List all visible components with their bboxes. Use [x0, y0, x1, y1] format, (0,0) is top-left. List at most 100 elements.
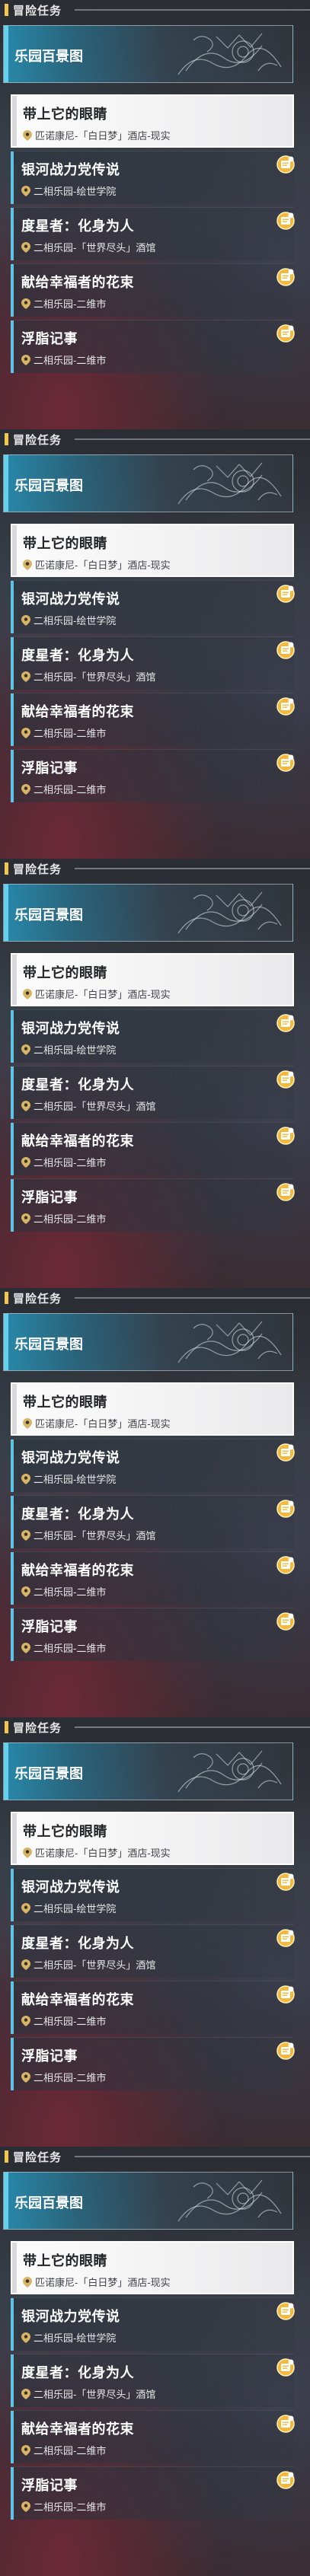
quest-item[interactable]: 献给幸福者的花束 二相乐园-二维市 [11, 1981, 295, 2034]
quest-location: 二相乐园-「世界尽头」酒馆 [21, 1098, 155, 1113]
quest-location-text: 匹诺康尼-「白日梦」酒店-现实 [35, 560, 171, 571]
gallery-button[interactable]: 乐园百景图 [3, 2172, 293, 2230]
quest-location-text: 二相乐园-绘世学院 [34, 1903, 117, 1914]
quest-item[interactable]: 银河战力党传说 二相乐园-绘世学院 [11, 1868, 295, 1921]
quest-accent-bar [11, 750, 14, 802]
location-pin-icon [21, 1044, 30, 1055]
quest-accent-bar [11, 2467, 14, 2520]
quest-item[interactable]: 度星者：化身为人 二相乐园-「世界尽头」酒馆 [11, 1495, 295, 1548]
quest-title: 带上它的眼睛 [23, 965, 107, 980]
quest-item[interactable]: 度星者：化身为人 二相乐园-「世界尽头」酒馆 [11, 1924, 295, 1978]
quest-location-text: 二相乐园-二维市 [34, 1213, 107, 1225]
quest-location: 二相乐园-「世界尽头」酒馆 [21, 1957, 155, 1972]
quest-title: 献给幸福者的花束 [21, 2421, 134, 2437]
panel-title: 冒险任务 [13, 2150, 62, 2164]
quest-location-text: 匹诺康尼-「白日梦」酒店-现实 [35, 989, 171, 1000]
quest-location: 二相乐园-二维市 [21, 2443, 106, 2457]
gallery-button[interactable]: 乐园百景图 [3, 25, 293, 83]
screenshot-root: 冒险任务 乐园百景图 带上它的眼睛 匹诺康尼-「白日梦」酒店-现实 银河战力党传… [0, 0, 310, 2576]
quest-location-text: 匹诺康尼-「白日梦」酒店-现实 [35, 2277, 171, 2288]
quest-item[interactable]: 带上它的眼睛 匹诺康尼-「白日梦」酒店-现实 [11, 1812, 294, 1865]
quest-item[interactable]: 带上它的眼睛 匹诺康尼-「白日梦」酒店-现实 [11, 2241, 294, 2294]
header-accent-bar [5, 433, 8, 445]
location-pin-icon [23, 2276, 32, 2287]
quest-location: 二相乐园-二维市 [21, 782, 106, 796]
quest-panel: 冒险任务 乐园百景图 带上它的眼睛 匹诺康尼-「白日梦」酒店-现实 银河战力党传… [0, 859, 310, 1288]
quest-item[interactable]: 带上它的眼睛 匹诺康尼-「白日梦」酒店-现实 [11, 524, 294, 577]
header-accent-bar [5, 2150, 8, 2163]
quest-item[interactable]: 银河战力党传说 二相乐园-绘世学院 [11, 1009, 295, 1063]
gallery-accent-bar [4, 455, 8, 512]
location-pin-icon [21, 2332, 30, 2343]
quest-location: 二相乐园-二维市 [21, 725, 106, 740]
quest-item[interactable]: 度星者：化身为人 二相乐园-「世界尽头」酒馆 [11, 1066, 295, 1119]
gallery-button[interactable]: 乐园百景图 [3, 1742, 293, 1800]
quest-item[interactable]: 银河战力党传说 二相乐园-绘世学院 [11, 1439, 295, 1492]
quest-title: 银河战力党传说 [21, 1021, 120, 1036]
quest-item[interactable]: 献给幸福者的花束 二相乐园-二维市 [11, 2410, 295, 2463]
quest-item[interactable]: 度星者：化身为人 二相乐园-「世界尽头」酒馆 [11, 207, 295, 260]
quest-item[interactable]: 银河战力党传说 二相乐园-绘世学院 [11, 580, 295, 633]
location-pin-icon [21, 1959, 30, 1970]
quest-location: 二相乐园-绘世学院 [21, 613, 116, 627]
quest-accent-bar [11, 693, 14, 746]
gallery-button[interactable]: 乐园百景图 [3, 884, 293, 942]
quest-item[interactable]: 度星者：化身为人 二相乐园-「世界尽头」酒馆 [11, 636, 295, 690]
quest-location: 二相乐园-二维市 [21, 1155, 106, 1169]
quest-location-text: 二相乐园-「世界尽头」酒馆 [34, 671, 156, 683]
quest-location-text: 二相乐园-绘世学院 [34, 2332, 117, 2344]
quest-title: 带上它的眼睛 [23, 1395, 107, 1410]
quest-item[interactable]: 浮脂记事 二相乐园-二维市 [11, 320, 295, 373]
new-quest-icon [276, 754, 295, 772]
gallery-button[interactable]: 乐园百景图 [3, 1313, 293, 1371]
quest-item[interactable]: 献给幸福者的花束 二相乐园-二维市 [11, 1122, 295, 1175]
location-pin-icon [23, 988, 32, 999]
quest-item[interactable]: 献给幸福者的花束 二相乐园-二维市 [11, 693, 295, 746]
quest-location-text: 二相乐园-「世界尽头」酒馆 [34, 1101, 156, 1112]
quest-location-text: 二相乐园-二维市 [34, 298, 107, 310]
quest-item[interactable]: 带上它的眼睛 匹诺康尼-「白日梦」酒店-现实 [11, 953, 294, 1006]
gallery-button[interactable]: 乐园百景图 [3, 454, 293, 512]
quest-location-text: 二相乐园-「世界尽头」酒馆 [34, 1530, 156, 1541]
quest-item[interactable]: 浮脂记事 二相乐园-二维市 [11, 749, 295, 802]
quest-item[interactable]: 献给幸福者的花束 二相乐园-二维市 [11, 263, 295, 317]
new-quest-icon [276, 1556, 295, 1574]
new-quest-icon [276, 2042, 295, 2060]
location-pin-icon [23, 1847, 32, 1858]
quest-accent-bar [12, 1384, 17, 1434]
quest-item[interactable]: 献给幸福者的花束 二相乐园-二维市 [11, 1551, 295, 1605]
quest-title: 银河战力党传说 [21, 162, 120, 177]
panel-header: 冒险任务 [0, 1288, 310, 1308]
quest-title: 银河战力党传说 [21, 2309, 120, 2324]
quest-item[interactable]: 浮脂记事 二相乐园-二维市 [11, 1608, 295, 1661]
quest-item[interactable]: 浮脂记事 二相乐园-二维市 [11, 2466, 295, 2520]
quest-accent-bar [11, 1496, 14, 1548]
quest-item[interactable]: 度星者：化身为人 二相乐园-「世界尽头」酒馆 [11, 2354, 295, 2407]
quest-item[interactable]: 带上它的眼睛 匹诺康尼-「白日梦」酒店-现实 [11, 94, 294, 148]
quest-title: 银河战力党传说 [21, 1450, 120, 1465]
quest-item[interactable]: 浮脂记事 二相乐园-二维市 [11, 2037, 295, 2090]
quest-item[interactable]: 带上它的眼睛 匹诺康尼-「白日梦」酒店-现实 [11, 1382, 294, 1436]
quest-accent-bar [11, 2354, 14, 2407]
quest-item[interactable]: 浮脂记事 二相乐园-二维市 [11, 1178, 295, 1232]
quest-location-text: 匹诺康尼-「白日梦」酒店-现实 [35, 1418, 171, 1430]
quest-title: 带上它的眼睛 [23, 2253, 107, 2268]
new-quest-icon [276, 697, 295, 716]
quest-title: 度星者：化身为人 [21, 648, 134, 663]
quest-panel: 冒险任务 乐园百景图 带上它的眼睛 匹诺康尼-「白日梦」酒店-现实 银河战力党传… [0, 1717, 310, 2147]
quest-accent-bar [12, 525, 17, 575]
quest-location-text: 二相乐园-二维市 [34, 355, 107, 366]
header-accent-bar [5, 1721, 8, 1733]
new-quest-icon [276, 2415, 295, 2433]
quest-item[interactable]: 银河战力党传说 二相乐园-绘世学院 [11, 2297, 295, 2351]
quest-accent-bar [11, 637, 14, 690]
quest-item[interactable]: 银河战力党传说 二相乐园-绘世学院 [11, 151, 295, 204]
quest-accent-bar [11, 208, 14, 260]
new-quest-icon [276, 585, 295, 603]
panel-title: 冒险任务 [13, 433, 62, 447]
quest-location: 二相乐园-二维市 [21, 1584, 106, 1599]
quest-location: 二相乐园-绘世学院 [21, 1901, 116, 1915]
quest-location: 二相乐园-二维市 [21, 1211, 106, 1226]
quest-accent-bar [11, 1010, 14, 1063]
header-accent-bar [5, 4, 8, 16]
